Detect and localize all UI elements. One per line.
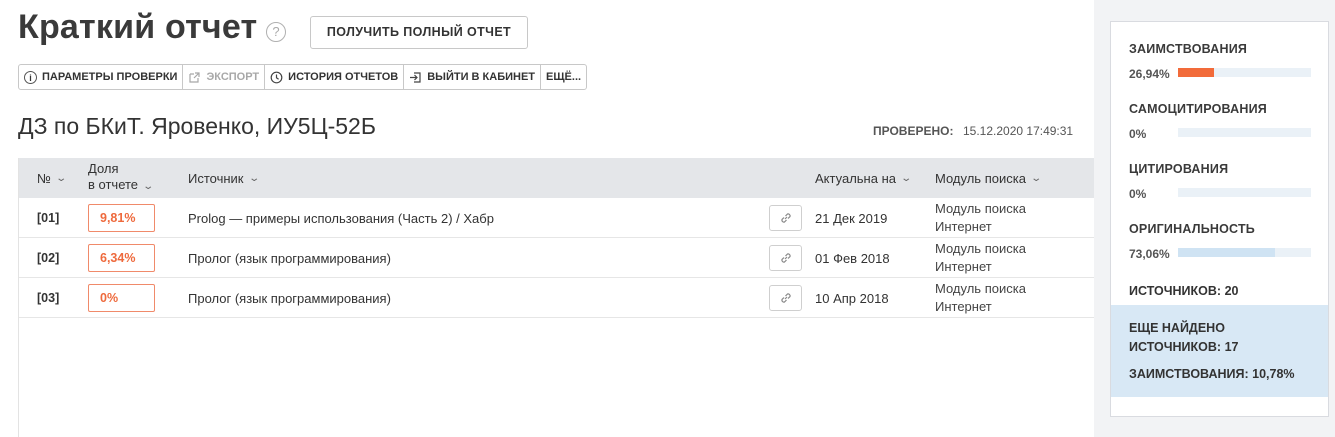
row-date: 21 Дек 2019: [815, 210, 888, 226]
originality-bar: [1178, 248, 1311, 257]
header-actual[interactable]: Актуальна на ⌄: [815, 158, 913, 198]
stats-sidebar: ЗАИМСТВОВАНИЯ 26,94% САМОЦИТИРОВАНИЯ 0% …: [1094, 0, 1335, 437]
history-icon: [270, 71, 283, 84]
stats-panel: ЗАИМСТВОВАНИЯ 26,94% САМОЦИТИРОВАНИЯ 0% …: [1110, 21, 1329, 417]
source-link[interactable]: Prolog — примеры использования (Часть 2)…: [188, 198, 494, 238]
checked-label: ПРОВЕРЕНО:: [873, 124, 954, 138]
borrowing-bar-fill: [1178, 68, 1214, 77]
chevron-down-icon: ⌄: [142, 181, 155, 192]
logout-button[interactable]: ВЫЙТИ В КАБИНЕТ: [404, 65, 542, 89]
share-badge: 9,81%: [88, 204, 155, 232]
export-icon: [188, 71, 201, 84]
params-label: ПАРАМЕТРЫ ПРОВЕРКИ: [42, 71, 178, 83]
header-actual-label: Актуальна на: [815, 170, 896, 186]
table-row[interactable]: [02] 6,34% Пролог (язык программирования…: [19, 238, 1094, 278]
found-more-box: ЕЩЕ НАЙДЕНО ИСТОЧНИКОВ: 17 ЗАИМСТВОВАНИЯ…: [1111, 305, 1328, 397]
borrowing-bar: [1178, 68, 1311, 77]
logout-icon: [409, 71, 422, 84]
row-date: 01 Фев 2018: [815, 250, 890, 266]
sources-count: ИСТОЧНИКОВ: 20: [1129, 284, 1238, 298]
export-button[interactable]: ЭКСПОРТ: [183, 65, 266, 89]
citing-value: 0%: [1129, 187, 1147, 201]
more-label: ЕЩЁ...: [546, 71, 582, 83]
self-citing-bar: [1178, 128, 1311, 137]
self-citing-value: 0%: [1129, 127, 1147, 141]
citing-bar: [1178, 188, 1311, 197]
originality-bar-fill: [1178, 248, 1276, 257]
table-row[interactable]: [03] 0% Пролог (язык программирования) 1…: [19, 278, 1094, 318]
module-line2: Интернет: [935, 219, 992, 234]
found-borrowing: ЗАИМСТВОВАНИЯ: 10,78%: [1129, 367, 1295, 381]
chevron-down-icon: ⌄: [247, 172, 260, 184]
header-share-line1: Доля: [88, 161, 119, 176]
link-icon: [780, 253, 791, 263]
more-button[interactable]: ЕЩЁ...: [541, 65, 586, 89]
params-button[interactable]: i ПАРАМЕТРЫ ПРОВЕРКИ: [19, 65, 184, 89]
row-num: [02]: [37, 251, 60, 265]
sources-value: 20: [1224, 284, 1239, 298]
row-date: 10 Апр 2018: [815, 290, 889, 306]
logout-label: ВЫЙТИ В КАБИНЕТ: [427, 71, 536, 83]
main-area: Краткий отчет ? ПОЛУЧИТЬ ПОЛНЫЙ ОТЧЕТ i …: [0, 0, 1094, 437]
header-num[interactable]: № ⌄: [37, 158, 68, 198]
self-citing-label: САМОЦИТИРОВАНИЯ: [1129, 102, 1267, 116]
chevron-down-icon: ⌄: [900, 172, 913, 184]
found-sources-value: 17: [1224, 340, 1239, 354]
link-button[interactable]: [769, 245, 802, 271]
sources-table: № ⌄ Доля в отчете ⌄ Источник ⌄ Актуальна …: [18, 158, 1094, 437]
link-button[interactable]: [769, 205, 802, 231]
report-page: Краткий отчет ? ПОЛУЧИТЬ ПОЛНЫЙ ОТЧЕТ i …: [0, 0, 1335, 437]
module-line1: Модуль поиска: [935, 241, 1026, 256]
table-header: № ⌄ Доля в отчете ⌄ Источник ⌄ Актуальна …: [19, 158, 1094, 198]
history-label: ИСТОРИЯ ОТЧЕТОВ: [288, 71, 399, 83]
info-icon: i: [24, 70, 37, 84]
header-source[interactable]: Источник ⌄: [188, 158, 260, 198]
module-line2: Интернет: [935, 299, 992, 314]
header-num-label: №: [37, 170, 51, 186]
module-line1: Модуль поиска: [935, 281, 1026, 296]
citing-label: ЦИТИРОВАНИЯ: [1129, 162, 1229, 176]
found-borrowing-value: 10,78%: [1252, 367, 1295, 381]
help-icon[interactable]: ?: [266, 22, 286, 42]
row-num: [01]: [37, 211, 60, 225]
chevron-down-icon: ⌄: [1030, 172, 1043, 184]
found-line1: ЕЩЕ НАЙДЕНО: [1129, 321, 1225, 335]
borrowing-label: ЗАИМСТВОВАНИЯ: [1129, 42, 1248, 56]
row-num: [03]: [37, 291, 60, 305]
header-module-label: Модуль поиска: [935, 170, 1026, 186]
share-badge: 0%: [88, 284, 155, 312]
report-toolbar: i ПАРАМЕТРЫ ПРОВЕРКИ ЭКСПОРТ ИСТОРИЯ ОТЧ…: [18, 64, 588, 90]
sources-label: ИСТОЧНИКОВ:: [1129, 284, 1222, 298]
module-line2: Интернет: [935, 259, 992, 274]
module-line1: Модуль поиска: [935, 201, 1026, 216]
link-icon: [780, 293, 791, 303]
export-label: ЭКСПОРТ: [206, 71, 260, 83]
found-borrowing-label: ЗАИМСТВОВАНИЯ:: [1129, 367, 1249, 381]
checked-date: 15.12.2020 17:49:31: [963, 124, 1074, 138]
originality-value: 73,06%: [1129, 247, 1170, 261]
page-title: Краткий отчет: [18, 8, 258, 46]
history-button[interactable]: ИСТОРИЯ ОТЧЕТОВ: [265, 65, 405, 89]
source-link[interactable]: Пролог (язык программирования): [188, 238, 391, 278]
header-share[interactable]: Доля в отчете ⌄: [88, 158, 155, 198]
header-module[interactable]: Модуль поиска ⌄: [935, 158, 1043, 198]
chevron-down-icon: ⌄: [55, 172, 68, 184]
table-row[interactable]: [01] 9,81% Prolog — примеры использовани…: [19, 198, 1094, 238]
source-link[interactable]: Пролог (язык программирования): [188, 278, 391, 318]
found-line2: ИСТОЧНИКОВ: 17: [1129, 340, 1238, 354]
link-icon: [780, 213, 791, 223]
share-badge: 6,34%: [88, 244, 155, 272]
header-source-label: Источник: [188, 170, 244, 186]
document-title: ДЗ по БКиТ. Яровенко, ИУ5Ц-52Б: [18, 113, 376, 139]
found-sources-label: ИСТОЧНИКОВ:: [1129, 340, 1222, 354]
header-share-line2: в отчете: [88, 177, 139, 192]
full-report-button[interactable]: ПОЛУЧИТЬ ПОЛНЫЙ ОТЧЕТ: [310, 16, 528, 49]
link-button[interactable]: [769, 285, 802, 311]
borrowing-value: 26,94%: [1129, 67, 1170, 81]
originality-label: ОРИГИНАЛЬНОСТЬ: [1129, 222, 1255, 236]
